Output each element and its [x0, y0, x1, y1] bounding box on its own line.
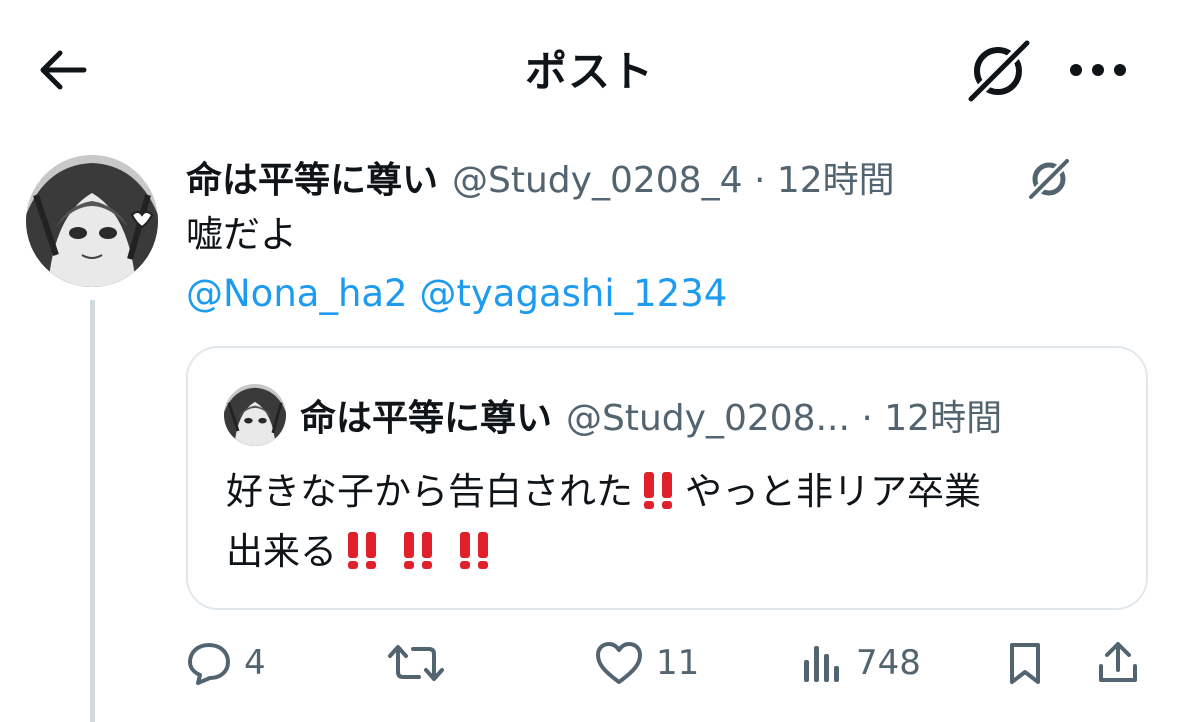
like-button[interactable]: 11 [594, 628, 699, 698]
timestamp[interactable]: 12時間 [777, 160, 895, 201]
thread-line [90, 300, 95, 722]
share-icon [1099, 642, 1137, 682]
tweet-text: 嘘だよ [186, 213, 297, 256]
heart-icon [596, 642, 642, 684]
more-horizontal-icon [1070, 64, 1126, 76]
analytics-icon [804, 646, 839, 682]
meta-separator: · [753, 160, 766, 201]
action-bar: 4 11 748 [186, 628, 1146, 698]
view-count: 748 [856, 643, 921, 683]
avatar-image [26, 155, 158, 287]
reply-button[interactable]: 4 [186, 628, 266, 698]
double-exclamation-emoji [404, 532, 432, 569]
tweet-grok-button[interactable] [1024, 154, 1074, 204]
quote-timestamp: 12時間 [884, 398, 1003, 439]
quote-handle: @Study_0208... [566, 398, 850, 439]
meta-separator: · [861, 398, 873, 439]
tweet-header: 命は平等に尊い @Study_0208_4 · 12時間 [186, 150, 895, 204]
more-options-button[interactable] [1060, 46, 1136, 94]
grok-icon [964, 38, 1032, 104]
bookmark-button[interactable] [1004, 628, 1046, 698]
repost-button[interactable] [386, 628, 446, 698]
avatar-image [224, 384, 286, 446]
quote-text-part: 出来る [226, 530, 337, 573]
quote-display-name: 命は平等に尊い [300, 398, 553, 439]
quote-text-part: 好きな子から告白された [226, 470, 633, 513]
quote-text-line-2: 出来る [226, 522, 1126, 582]
display-name[interactable]: 命は平等に尊い [186, 151, 438, 203]
avatar[interactable] [26, 155, 158, 287]
mention-link[interactable]: @Nona_ha2 [186, 272, 408, 315]
grok-button[interactable] [962, 36, 1036, 106]
quoted-tweet-card[interactable]: 命は平等に尊い @Study_0208... · 12時間 好きな子から告白され… [186, 346, 1148, 610]
quote-meta: @Study_0208... · 12時間 [566, 389, 1002, 441]
share-button[interactable] [1096, 628, 1140, 698]
like-count: 11 [656, 643, 700, 683]
top-bar: ポスト [0, 0, 1179, 140]
double-exclamation-emoji [644, 472, 672, 509]
quote-text-line-1: 好きな子から告白された やっと非リア卒業 [226, 462, 1126, 522]
reply-count: 4 [244, 643, 266, 683]
double-exclamation-emoji [460, 532, 488, 569]
mention-link[interactable]: @tyagashi_1234 [419, 272, 727, 315]
quote-text-part: やっと非リア卒業 [685, 470, 981, 513]
quote-avatar [224, 384, 286, 446]
views-button[interactable]: 748 [798, 628, 921, 698]
grok-icon [1025, 156, 1073, 202]
mentions: @Nona_ha2 @tyagashi_1234 [186, 268, 727, 320]
double-exclamation-emoji [348, 532, 376, 569]
handle[interactable]: @Study_0208_4 [452, 160, 742, 201]
repost-icon [388, 645, 444, 681]
tweet-meta: @Study_0208_4 · 12時間 [452, 151, 895, 203]
bookmark-icon [1010, 643, 1040, 684]
reply-icon [188, 643, 230, 685]
quote-header: 命は平等に尊い @Study_0208... · 12時間 [300, 388, 1002, 442]
quote-text: 好きな子から告白された やっと非リア卒業 出来る [226, 462, 1126, 582]
